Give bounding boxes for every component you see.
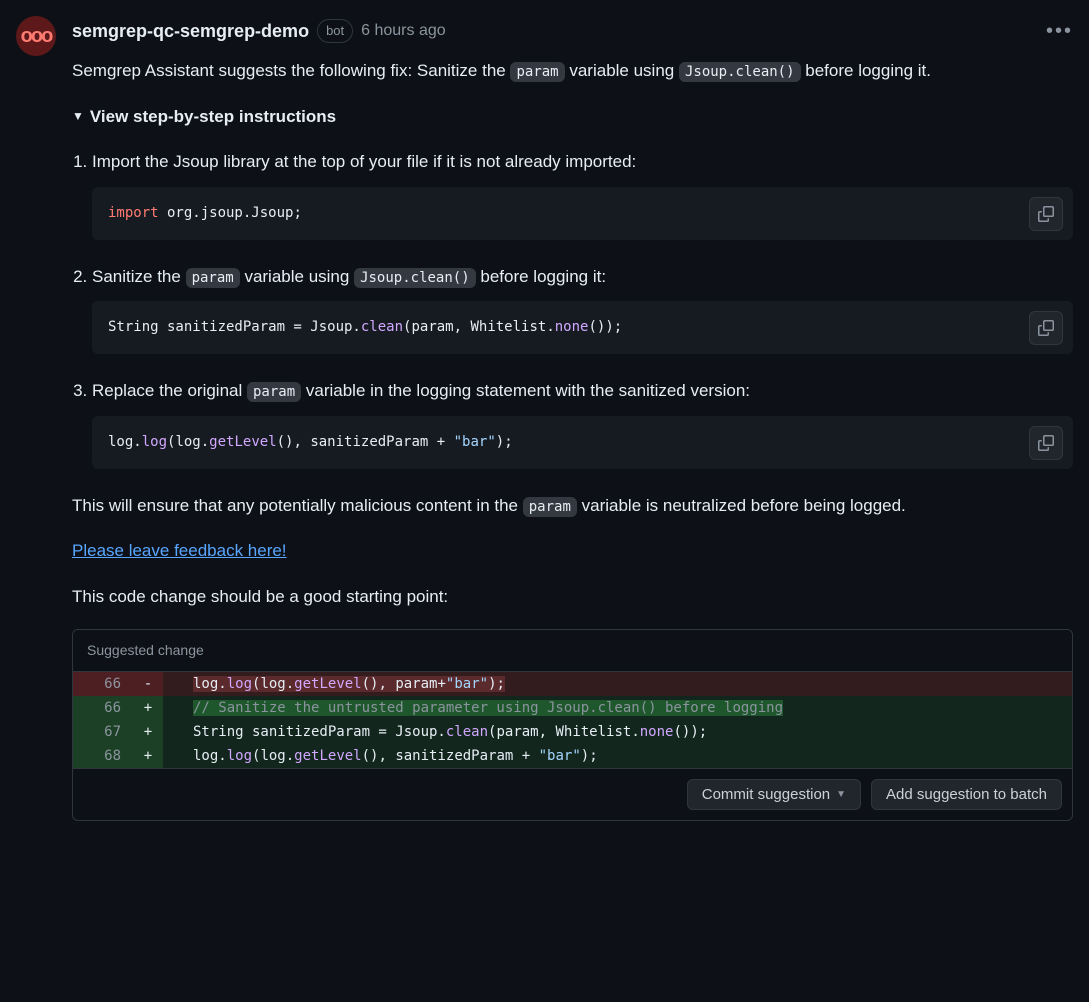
code-content: log.log(log.getLevel(), sanitizedParam +… xyxy=(108,432,1057,453)
comment-container: ooo semgrep-qc-semgrep-demo bot 6 hours … xyxy=(16,16,1073,821)
code-block: import org.jsoup.Jsoup; xyxy=(92,187,1073,240)
commit-suggestion-button[interactable]: Commit suggestion ▼ xyxy=(687,779,861,810)
bot-badge: bot xyxy=(317,19,353,43)
kebab-menu-icon[interactable]: ••• xyxy=(1046,16,1073,46)
diff-code: log.log(log.getLevel(), sanitizedParam +… xyxy=(163,744,1072,768)
diff-line-addition: 66 + // Sanitize the untrusted parameter… xyxy=(73,696,1072,720)
line-number: 68 xyxy=(73,744,133,768)
list-item: Replace the original param variable in t… xyxy=(92,378,1073,469)
comment-body: semgrep-qc-semgrep-demo bot 6 hours ago … xyxy=(72,16,1073,821)
diff-code: String sanitizedParam = Jsoup.clean(para… xyxy=(163,720,1072,744)
caret-down-icon: ▼ xyxy=(72,107,84,125)
code-content: import org.jsoup.Jsoup; xyxy=(108,203,1057,224)
diff-line-addition: 67 + String sanitizedParam = Jsoup.clean… xyxy=(73,720,1072,744)
inline-code: param xyxy=(510,62,564,82)
caret-down-icon: ▼ xyxy=(836,789,846,800)
line-number: 67 xyxy=(73,720,133,744)
line-number: 66 xyxy=(73,672,133,696)
details-title: View step-by-step instructions xyxy=(90,104,336,130)
diff-sign: - xyxy=(133,672,163,696)
copy-button[interactable] xyxy=(1029,426,1063,460)
avatar[interactable]: ooo xyxy=(16,16,56,56)
code-block: log.log(log.getLevel(), sanitizedParam +… xyxy=(92,416,1073,469)
author-name[interactable]: semgrep-qc-semgrep-demo xyxy=(72,18,309,45)
outro-text: This will ensure that any potentially ma… xyxy=(72,493,1073,519)
semgrep-logo-icon: ooo xyxy=(21,21,52,51)
feedback-paragraph: Please leave feedback here! xyxy=(72,538,1073,564)
diff-line-deletion: 66 - log.log(log.getLevel(), param+"bar"… xyxy=(73,672,1072,696)
comment-header: semgrep-qc-semgrep-demo bot 6 hours ago … xyxy=(72,16,1073,46)
copy-icon xyxy=(1038,320,1054,336)
copy-button[interactable] xyxy=(1029,197,1063,231)
inline-code: Jsoup.clean() xyxy=(679,62,801,82)
list-item: Sanitize the param variable using Jsoup.… xyxy=(92,264,1073,355)
diff-code: // Sanitize the untrusted parameter usin… xyxy=(163,696,1072,720)
code-content: String sanitizedParam = Jsoup.clean(para… xyxy=(108,317,1057,338)
line-number: 66 xyxy=(73,696,133,720)
inline-code: param xyxy=(186,268,240,288)
diff-line-addition: 68 + log.log(log.getLevel(), sanitizedPa… xyxy=(73,744,1072,768)
code-block: String sanitizedParam = Jsoup.clean(para… xyxy=(92,301,1073,354)
inline-code: param xyxy=(247,382,301,402)
diff-sign: + xyxy=(133,744,163,768)
diff-code: log.log(log.getLevel(), param+"bar"); xyxy=(163,672,1072,696)
copy-button[interactable] xyxy=(1029,311,1063,345)
diff-actions: Commit suggestion ▼ Add suggestion to ba… xyxy=(73,768,1072,820)
intro-text: Semgrep Assistant suggests the following… xyxy=(72,58,1073,84)
instructions-list: Import the Jsoup library at the top of y… xyxy=(72,149,1073,469)
inline-code: Jsoup.clean() xyxy=(354,268,476,288)
copy-icon xyxy=(1038,435,1054,451)
diff-sign: + xyxy=(133,720,163,744)
timestamp[interactable]: 6 hours ago xyxy=(361,19,446,43)
feedback-link[interactable]: Please leave feedback here! xyxy=(72,541,287,560)
diff-header: Suggested change xyxy=(73,630,1072,672)
copy-icon xyxy=(1038,206,1054,222)
diff-sign: + xyxy=(133,696,163,720)
starting-point-text: This code change should be a good starti… xyxy=(72,584,1073,610)
suggested-change: Suggested change 66 - log.log(log.getLev… xyxy=(72,629,1073,821)
details-toggle[interactable]: ▼ View step-by-step instructions xyxy=(72,104,1073,130)
list-item: Import the Jsoup library at the top of y… xyxy=(92,149,1073,240)
inline-code: param xyxy=(523,497,577,517)
add-to-batch-button[interactable]: Add suggestion to batch xyxy=(871,779,1062,810)
